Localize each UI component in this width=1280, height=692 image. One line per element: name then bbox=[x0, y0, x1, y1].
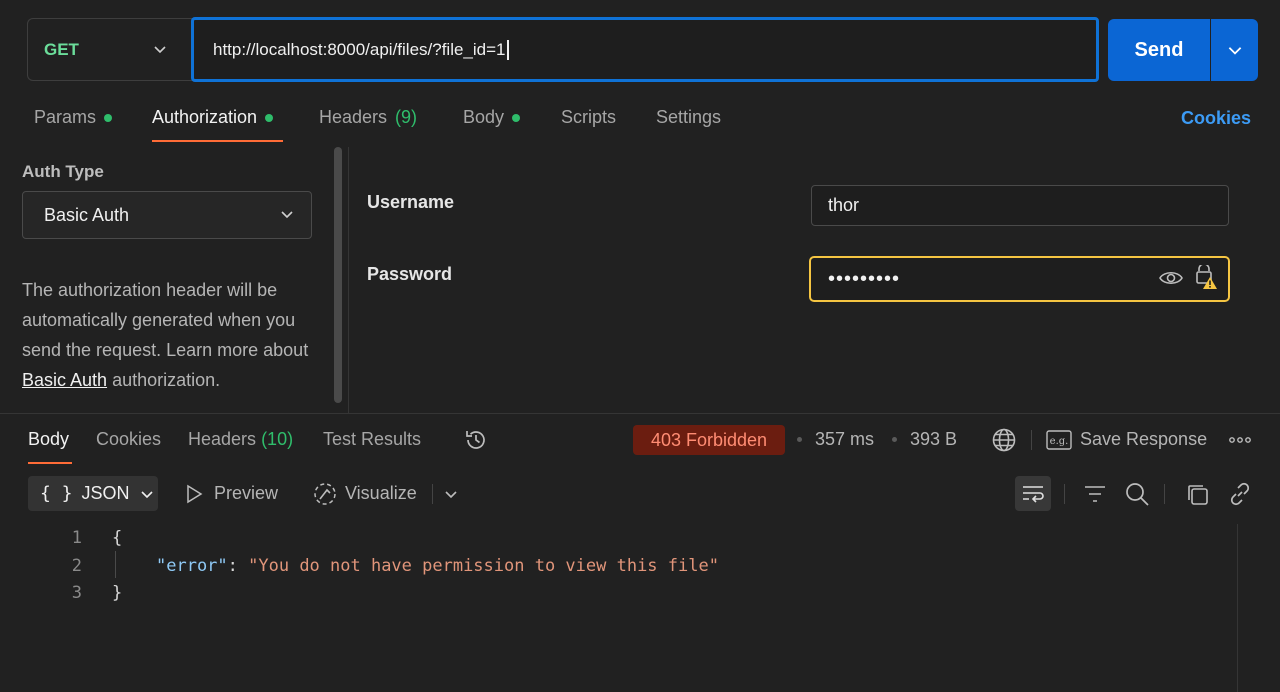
tab-settings[interactable]: Settings bbox=[656, 107, 721, 128]
eye-icon[interactable] bbox=[1158, 267, 1184, 289]
chevron-down-icon[interactable] bbox=[443, 486, 459, 502]
visualize-icon bbox=[314, 483, 336, 505]
tab-label: Headers bbox=[188, 429, 257, 449]
tab-label: Authorization bbox=[152, 107, 258, 127]
save-response-button[interactable]: Save Response bbox=[1080, 429, 1207, 450]
wrap-lines-button[interactable] bbox=[1015, 476, 1051, 511]
copy-icon[interactable] bbox=[1185, 482, 1211, 508]
cookies-link[interactable]: Cookies bbox=[1181, 108, 1251, 129]
url-input[interactable]: http://localhost:8000/api/files/?file_id… bbox=[191, 17, 1099, 82]
auth-type-select[interactable]: Basic Auth bbox=[22, 191, 312, 239]
json-key: "error" bbox=[156, 556, 228, 576]
braces-icon: { } bbox=[40, 483, 73, 504]
auth-desc-suffix: authorization. bbox=[107, 370, 221, 390]
tab-params[interactable]: Params bbox=[34, 107, 113, 128]
editor-scrollbar-track[interactable] bbox=[1237, 524, 1238, 692]
tab-label: Settings bbox=[656, 107, 722, 127]
status-badge[interactable]: 403 Forbidden bbox=[633, 425, 785, 455]
status-dot bbox=[512, 113, 521, 122]
separator-dot bbox=[797, 437, 802, 442]
toolbar-separator bbox=[432, 484, 433, 504]
format-label: JSON bbox=[81, 483, 130, 503]
auth-type-label: Auth Type bbox=[22, 162, 104, 181]
svg-text:e.g.: e.g. bbox=[1050, 436, 1069, 447]
send-options-button[interactable] bbox=[1211, 19, 1258, 81]
chevron-down-icon bbox=[281, 211, 293, 219]
active-tab-underline bbox=[28, 462, 72, 464]
username-label: Username bbox=[367, 192, 455, 212]
auth-description: The authorization header will be automat… bbox=[22, 275, 322, 395]
panel-divider[interactable] bbox=[348, 147, 349, 413]
search-icon[interactable] bbox=[1124, 481, 1150, 507]
send-button[interactable]: Send bbox=[1108, 19, 1210, 81]
url-text: http://localhost:8000/api/files/?file_id… bbox=[213, 39, 506, 59]
scrollbar-thumb[interactable] bbox=[334, 147, 342, 403]
response-tab-test-results[interactable]: Test Results bbox=[323, 429, 421, 450]
tab-label: Params bbox=[34, 107, 97, 127]
active-tab-underline bbox=[152, 140, 283, 142]
section-divider bbox=[0, 413, 1280, 414]
separator-dot bbox=[892, 437, 897, 442]
code-line: "error": "You do not have permission to … bbox=[156, 556, 719, 576]
auth-type-value: Basic Auth bbox=[44, 204, 130, 225]
text-caret bbox=[506, 39, 509, 60]
response-tab-cookies[interactable]: Cookies bbox=[96, 429, 161, 450]
password-label: Password bbox=[367, 264, 453, 284]
more-options-icon[interactable] bbox=[1228, 433, 1252, 447]
line-number: 1 bbox=[71, 528, 82, 548]
method-label: GET bbox=[44, 39, 79, 59]
tab-label: Body bbox=[463, 107, 505, 127]
toolbar-separator bbox=[1164, 484, 1165, 504]
wrap-icon bbox=[1023, 486, 1044, 503]
indent-guide bbox=[115, 551, 116, 578]
tab-count: (9) bbox=[395, 107, 418, 127]
json-colon: : bbox=[227, 556, 249, 576]
example-icon[interactable]: e.g. bbox=[1046, 430, 1072, 450]
globe-icon[interactable] bbox=[991, 427, 1017, 453]
filter-icon[interactable] bbox=[1083, 483, 1107, 505]
response-tab-body[interactable]: Body bbox=[28, 429, 69, 450]
password-value: ••••••••• bbox=[828, 267, 901, 290]
tab-headers[interactable]: Headers (9) bbox=[319, 107, 417, 128]
code-line: } bbox=[112, 583, 123, 603]
chevron-down-icon bbox=[154, 46, 166, 54]
response-tab-headers[interactable]: Headers (10) bbox=[188, 429, 293, 450]
tab-body[interactable]: Body bbox=[463, 107, 521, 128]
toolbar-separator bbox=[1064, 484, 1065, 504]
preview-button[interactable]: Preview bbox=[214, 483, 278, 504]
json-value: "You do not have permission to view this… bbox=[248, 556, 719, 576]
lock-warning-icon[interactable] bbox=[1194, 265, 1220, 291]
status-dot bbox=[104, 113, 113, 122]
chevron-down-icon bbox=[1228, 47, 1241, 55]
line-number: 3 bbox=[71, 583, 82, 603]
link-icon[interactable] bbox=[1227, 481, 1253, 507]
line-number: 2 bbox=[71, 556, 82, 576]
auth-desc-text: The authorization header will be automat… bbox=[22, 280, 309, 360]
tab-authorization[interactable]: Authorization bbox=[152, 107, 274, 128]
response-time[interactable]: 357 ms bbox=[815, 429, 874, 450]
tab-label: Scripts bbox=[561, 107, 617, 127]
history-icon[interactable] bbox=[463, 427, 489, 453]
visualize-button[interactable]: Visualize bbox=[345, 483, 417, 504]
method-select[interactable]: GET bbox=[27, 18, 193, 81]
username-field[interactable]: thor bbox=[811, 185, 1229, 226]
tab-label: Headers bbox=[319, 107, 388, 127]
tab-count: (10) bbox=[261, 429, 294, 449]
chevron-down-icon bbox=[140, 490, 153, 498]
code-line: { bbox=[112, 528, 123, 548]
basic-auth-link[interactable]: Basic Auth bbox=[22, 370, 107, 390]
username-value: thor bbox=[828, 195, 860, 215]
toolbar-separator bbox=[1031, 430, 1032, 450]
play-icon bbox=[187, 484, 203, 504]
tab-scripts[interactable]: Scripts bbox=[561, 107, 616, 128]
status-dot bbox=[265, 113, 274, 122]
response-size[interactable]: 393 B bbox=[910, 429, 957, 450]
format-select[interactable]: { } JSON bbox=[28, 476, 158, 511]
